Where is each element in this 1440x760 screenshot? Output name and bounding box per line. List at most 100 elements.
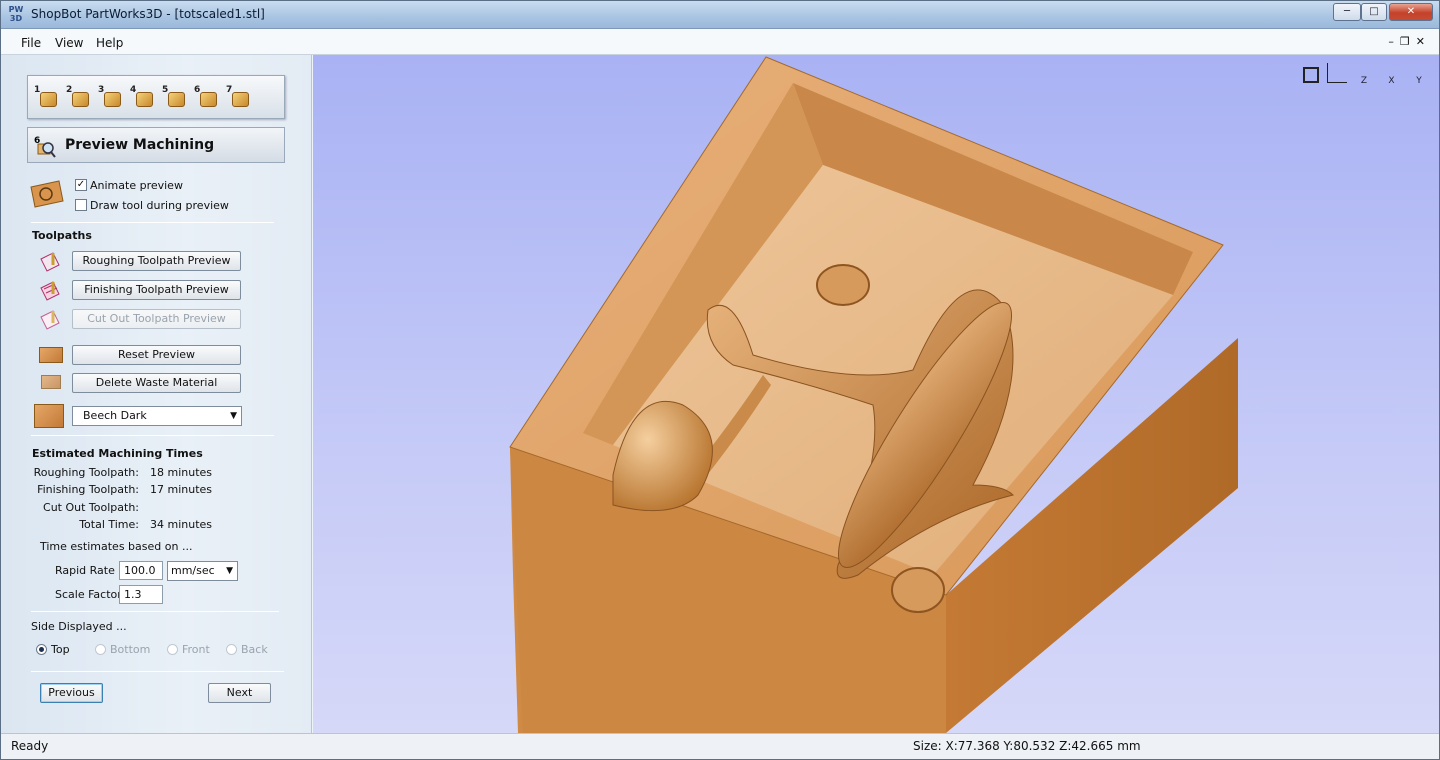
times-header: Estimated Machining Times (32, 447, 203, 460)
step-7-icon (232, 92, 249, 107)
next-button[interactable]: Next (208, 683, 271, 703)
delete-waste-button[interactable]: Delete Waste Material (72, 373, 241, 393)
rapid-rate-input[interactable]: 100.0 (119, 561, 163, 580)
menu-help[interactable]: Help (96, 36, 123, 50)
step-2-button[interactable]: 2 (66, 85, 92, 111)
app-window: PW 3D ShopBot PartWorks3D - [totscaled1.… (0, 0, 1440, 760)
time-value: 17 minutes (150, 483, 213, 496)
x-view-icon[interactable]: X (1382, 71, 1402, 91)
side-displayed-header: Side Displayed ... (31, 620, 127, 633)
hole-top (816, 264, 870, 306)
finishing-toolpath-icon (40, 281, 60, 301)
material-swatch-icon (34, 404, 64, 428)
time-label: Roughing Toolpath: (33, 466, 139, 479)
step-2-icon (72, 92, 89, 107)
cutout-toolpath-icon (40, 310, 60, 330)
roughing-preview-button[interactable]: Roughing Toolpath Preview (72, 251, 241, 271)
wizard-panel: 1 2 3 4 5 6 7 6 Preview Machining ✓ Anim… (1, 55, 312, 733)
page-title: Preview Machining (65, 137, 215, 153)
chevron-down-icon: ▼ (230, 411, 237, 421)
scale-factor-label: Scale Factor (55, 588, 122, 601)
delete-waste-icon (41, 375, 61, 389)
window-title: ShopBot PartWorks3D - [totscaled1.stl] (31, 7, 265, 21)
side-back-radio[interactable] (226, 644, 237, 655)
side-top-label: Top (51, 643, 70, 656)
close-icon: ✕ (1406, 6, 1416, 17)
chevron-down-icon: ▼ (226, 566, 233, 576)
model-size-readout: Size: X:77.368 Y:80.532 Z:42.665 mm (913, 739, 1141, 753)
menu-file[interactable]: File (21, 36, 41, 50)
maximize-button[interactable]: □ (1361, 3, 1387, 21)
step-6-icon (200, 92, 217, 107)
draw-tool-checkbox[interactable] (75, 199, 87, 211)
toolpaths-header: Toolpaths (32, 229, 92, 242)
material-select[interactable]: Beech Dark ▼ (72, 406, 242, 426)
rapid-rate-unit-select[interactable]: mm/sec ▼ (167, 561, 238, 581)
step-4-icon (136, 92, 153, 107)
time-label: Total Time: (79, 518, 139, 531)
mdi-minimize-icon[interactable]: – (1388, 35, 1400, 48)
magnifier-icon: 6 (34, 136, 56, 158)
side-top-radio[interactable] (36, 644, 47, 655)
draw-tool-label: Draw tool during preview (90, 199, 229, 212)
step-7-button[interactable]: 7 (226, 85, 252, 111)
close-button[interactable]: ✕ (1389, 3, 1433, 21)
step-5-icon (168, 92, 185, 107)
title-bar: PW 3D ShopBot PartWorks3D - [totscaled1.… (1, 1, 1439, 29)
minimize-icon: ─ (1343, 6, 1351, 17)
time-value: 34 minutes (150, 518, 213, 531)
side-bottom-radio[interactable] (95, 644, 106, 655)
divider (31, 435, 274, 436)
animate-preview-label: Animate preview (90, 179, 183, 192)
animate-preview-checkbox[interactable]: ✓ (75, 179, 87, 191)
menu-view[interactable]: View (55, 36, 83, 50)
step-3-icon (104, 92, 121, 107)
step-header: 6 Preview Machining (27, 127, 285, 163)
unit-select-value: mm/sec (171, 564, 215, 577)
step-5-button[interactable]: 5 (162, 85, 188, 111)
side-bottom-label: Bottom (110, 643, 151, 656)
animate-preview-icon (30, 180, 64, 208)
side-front-radio[interactable] (167, 644, 178, 655)
minimize-button[interactable]: ─ (1333, 3, 1361, 21)
scale-factor-input[interactable]: 1.3 (119, 585, 163, 604)
status-bar: Ready Size: X:77.368 Y:80.532 Z:42.665 m… (1, 733, 1439, 759)
mdi-controls: –❐✕ (1388, 35, 1431, 48)
step-4-button[interactable]: 4 (130, 85, 156, 111)
divider (31, 611, 279, 612)
reset-preview-button[interactable]: Reset Preview (72, 345, 241, 365)
3d-viewport[interactable]: Z X Y (313, 55, 1439, 733)
step-toolbar: 1 2 3 4 5 6 7 (27, 75, 285, 119)
mdi-close-icon[interactable]: ✕ (1416, 35, 1431, 48)
step-6-button[interactable]: 6 (194, 85, 220, 111)
step-1-icon (40, 92, 57, 107)
logo-top-text: PW (8, 5, 24, 14)
z-view-icon[interactable]: Z (1354, 71, 1374, 91)
reset-preview-icon (39, 347, 63, 363)
divider (31, 222, 274, 223)
side-front-label: Front (182, 643, 210, 656)
roughing-toolpath-icon (40, 252, 60, 272)
side-back-label: Back (241, 643, 268, 656)
time-note: Time estimates based on ... (40, 540, 193, 553)
divider (31, 671, 284, 672)
material-select-value: Beech Dark (83, 409, 147, 422)
cutout-preview-button[interactable]: Cut Out Toolpath Preview (72, 309, 241, 329)
iso-view-icon[interactable] (1326, 63, 1347, 83)
time-label: Finishing Toolpath: (37, 483, 139, 496)
checkmark-icon: ✓ (76, 179, 86, 190)
step-1-button[interactable]: 1 (34, 85, 60, 111)
app-logo-icon: PW 3D (7, 5, 25, 25)
previous-button[interactable]: Previous (40, 683, 103, 703)
maximize-icon: □ (1369, 6, 1379, 17)
finishing-preview-button[interactable]: Finishing Toolpath Preview (72, 280, 241, 300)
view-toolbar: Z X Y (1299, 63, 1429, 86)
time-value: 18 minutes (150, 466, 213, 479)
machined-part-render (509, 56, 1238, 733)
step-3-button[interactable]: 3 (98, 85, 124, 111)
mdi-restore-icon[interactable]: ❐ (1400, 35, 1416, 48)
menu-bar: File View Help –❐✕ (1, 29, 1439, 55)
hole-bottom (891, 567, 945, 613)
y-view-icon[interactable]: Y (1409, 71, 1429, 91)
zoom-extents-icon[interactable] (1303, 67, 1319, 83)
